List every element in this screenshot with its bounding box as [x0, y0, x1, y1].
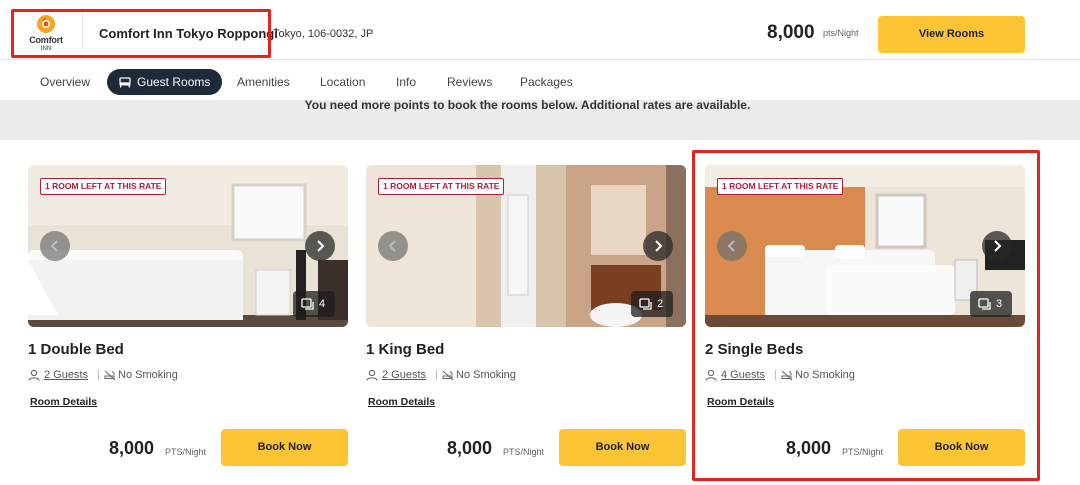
- points-notice-band: You need more points to book the rooms b…: [0, 100, 1080, 140]
- room-card-highlight-box: [692, 150, 1040, 481]
- header-price-unit: pts/Night: [823, 28, 859, 38]
- divider: |: [435, 369, 438, 381]
- hotel-address: Tokyo, 106-0032, JP: [273, 28, 374, 40]
- room-title: 1 Double Bed: [28, 341, 124, 358]
- guests-link[interactable]: 2 Guests: [44, 369, 88, 381]
- prev-photo-button[interactable]: [378, 231, 408, 261]
- smoking-policy: No Smoking: [118, 369, 178, 381]
- guests-link[interactable]: 2 Guests: [382, 369, 426, 381]
- room-details-link[interactable]: Room Details: [30, 396, 97, 408]
- smoking-policy: No Smoking: [456, 369, 516, 381]
- prev-photo-button[interactable]: [40, 231, 70, 261]
- view-rooms-button[interactable]: View Rooms: [878, 16, 1025, 53]
- room-card: 1 ROOM LEFT AT THIS RATE 2 1 King Bed 2 …: [366, 165, 686, 466]
- book-now-button[interactable]: Book Now: [559, 429, 686, 466]
- chevron-right-icon: [317, 240, 325, 252]
- photo-count: 4: [319, 298, 326, 310]
- points-notice-text: You need more points to book the rooms b…: [304, 100, 751, 112]
- person-icon: [28, 369, 40, 381]
- person-icon: [366, 369, 378, 381]
- room-title: 1 King Bed: [366, 341, 445, 358]
- room-photo[interactable]: 1 ROOM LEFT AT THIS RATE 4: [28, 165, 348, 327]
- bed-icon: [119, 77, 131, 88]
- room-photo[interactable]: 1 ROOM LEFT AT THIS RATE 2: [366, 165, 686, 327]
- rate-badge: 1 ROOM LEFT AT THIS RATE: [378, 178, 505, 195]
- photo-count-button[interactable]: 4: [293, 291, 335, 317]
- photo-count: 2: [657, 298, 664, 310]
- rate-badge: 1 ROOM LEFT AT THIS RATE: [40, 178, 167, 195]
- no-smoking-icon: [104, 370, 116, 381]
- chevron-left-icon: [388, 240, 396, 252]
- next-photo-button[interactable]: [643, 231, 673, 261]
- room-price-unit: PTS/Night: [503, 447, 545, 457]
- room-price-unit: PTS/Night: [165, 447, 207, 457]
- tab-info[interactable]: Info: [396, 69, 416, 95]
- gallery-icon: [301, 298, 314, 310]
- tab-amenities[interactable]: Amenities: [237, 69, 290, 95]
- chevron-right-icon: [655, 240, 663, 252]
- tab-guest-rooms[interactable]: Guest Rooms: [107, 69, 223, 95]
- tab-location[interactable]: Location: [320, 69, 365, 95]
- photo-count-button[interactable]: 2: [631, 291, 673, 317]
- gallery-icon: [639, 298, 652, 310]
- room-price: 8,000: [447, 438, 493, 458]
- header-price: 8,000: [767, 22, 815, 43]
- tab-overview[interactable]: Overview: [40, 69, 90, 95]
- tab-packages[interactable]: Packages: [520, 69, 573, 95]
- hotel-name-highlight-box: [11, 9, 271, 58]
- room-card: 1 ROOM LEFT AT THIS RATE 4 1 Double Bed …: [28, 165, 348, 466]
- no-smoking-icon: [442, 370, 454, 381]
- section-tabs: Overview Guest Rooms Amenities Location …: [0, 64, 1080, 100]
- book-now-button[interactable]: Book Now: [221, 429, 348, 466]
- chevron-left-icon: [50, 240, 58, 252]
- tab-guest-rooms-label: Guest Rooms: [137, 75, 211, 89]
- tab-reviews[interactable]: Reviews: [447, 69, 492, 95]
- room-details-link[interactable]: Room Details: [368, 396, 435, 408]
- room-price: 8,000: [109, 438, 155, 458]
- divider: |: [97, 369, 100, 381]
- next-photo-button[interactable]: [305, 231, 335, 261]
